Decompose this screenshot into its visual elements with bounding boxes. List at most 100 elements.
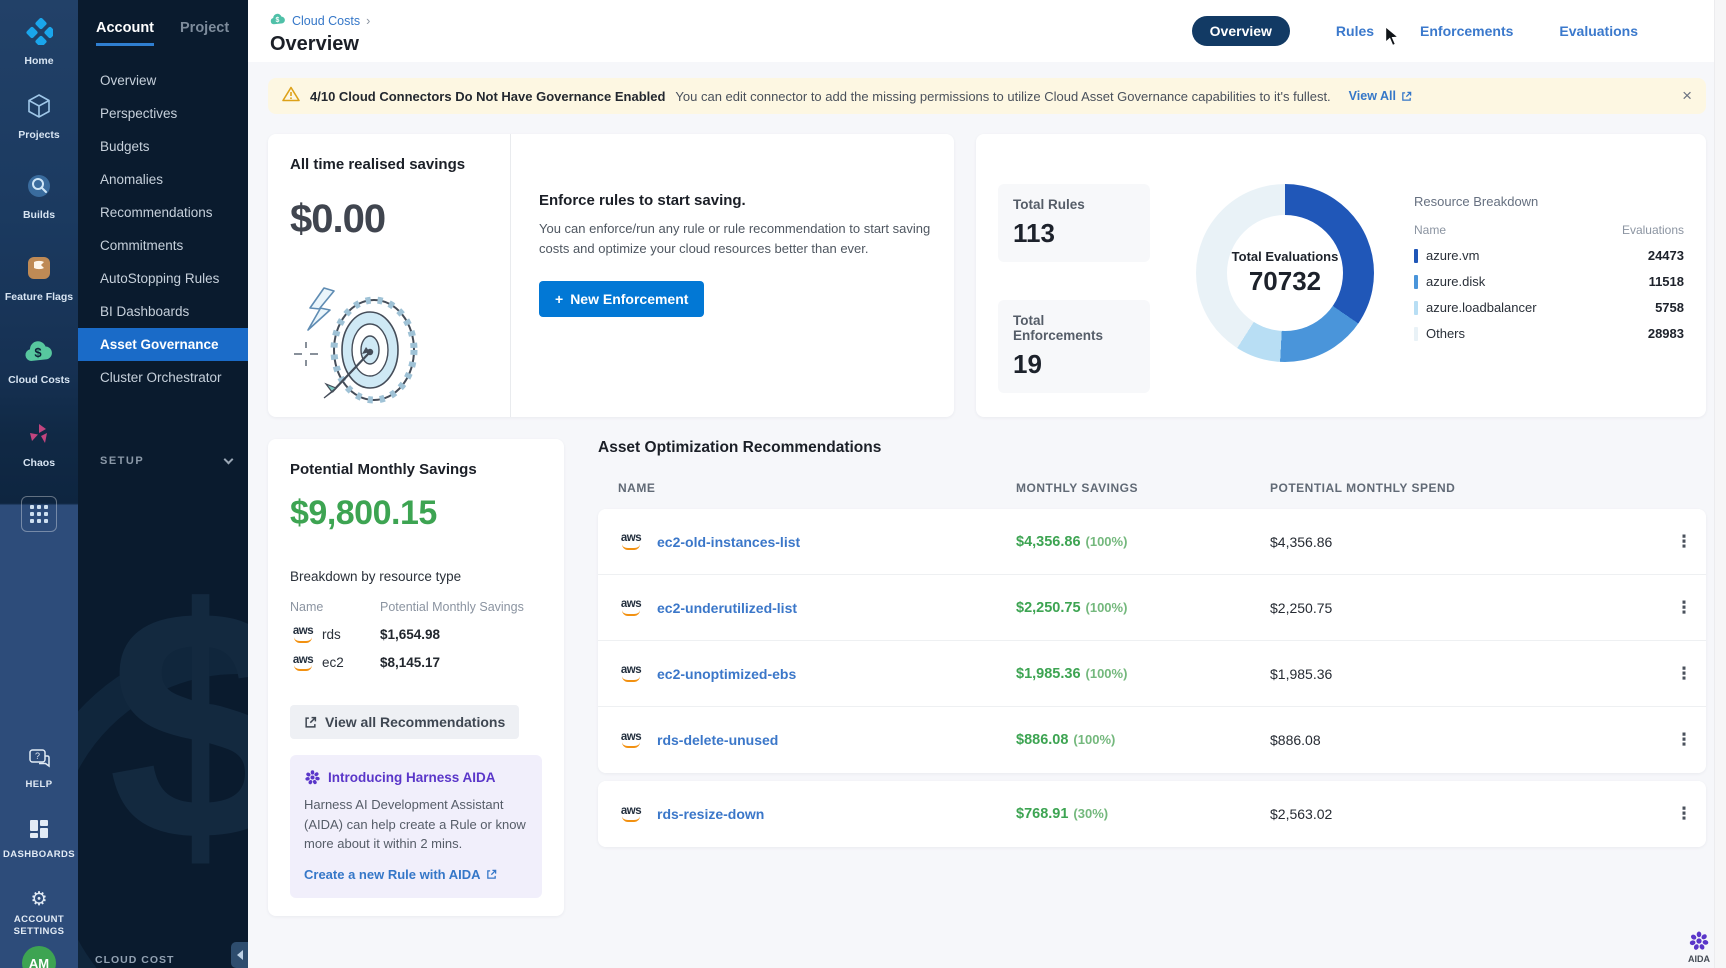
plus-icon: +	[555, 291, 563, 307]
sidebar-item-asset-governance[interactable]: Asset Governance	[78, 328, 248, 361]
dashboards-label: DASHBOARDS	[3, 849, 75, 861]
breakdown-title: Breakdown by resource type	[290, 569, 542, 584]
col-monthly-savings: MONTHLY SAVINGS	[1016, 481, 1270, 495]
builds-icon	[26, 173, 52, 204]
dashboards-icon	[28, 818, 50, 845]
legend-row: azure.vm 24473	[1414, 248, 1684, 263]
sidebar-item-cloud-costs[interactable]: $ Cloud Costs	[0, 326, 78, 400]
svg-text:$: $	[276, 17, 280, 24]
monthly-savings-value: $886.08(100%)	[1016, 732, 1270, 748]
aida-create-rule-link[interactable]: Create a new Rule with AIDA	[304, 867, 528, 882]
module-label: Projects	[18, 129, 59, 141]
sidebar-item-recommendations[interactable]: Recommendations	[78, 196, 248, 229]
resource-savings: $1,654.98	[380, 627, 440, 642]
sidebar-item-anomalies[interactable]: Anomalies	[78, 163, 248, 196]
row-menu-button[interactable]: ⋮	[1662, 730, 1706, 750]
tab-rules[interactable]: Rules	[1336, 23, 1374, 39]
sidebar-menu: OverviewPerspectivesBudgetsAnomaliesReco…	[78, 64, 248, 394]
new-enforcement-button[interactable]: + New Enforcement	[539, 281, 704, 317]
cta-title: Enforce rules to start saving.	[539, 192, 934, 209]
tab-overview[interactable]: Overview	[1192, 16, 1290, 46]
row-menu-button[interactable]: ⋮	[1662, 804, 1706, 824]
scrollbar[interactable]	[1714, 0, 1726, 968]
help-button[interactable]: ? HELP	[0, 748, 78, 791]
tab-account[interactable]: Account	[96, 20, 154, 46]
aws-icon: aws	[290, 626, 316, 643]
tab-project[interactable]: Project	[180, 20, 229, 46]
chevron-down-icon	[224, 455, 234, 465]
module-label: Home	[24, 55, 53, 67]
table-row: aws rds-resize-down $768.91(30%) $2,563.…	[598, 781, 1706, 847]
legend-swatch	[1414, 249, 1418, 263]
view-all-recommendations-button[interactable]: View all Recommendations	[290, 705, 519, 739]
tab-enforcements[interactable]: Enforcements	[1420, 23, 1513, 39]
recommendation-link[interactable]: ec2-old-instances-list	[657, 534, 800, 550]
account-settings-label: ACCOUNT SETTINGS	[8, 914, 70, 939]
table-row: aws ec2-old-instances-list $4,356.86(100…	[598, 509, 1706, 575]
table-row: aws rds-delete-unused $886.08(100%) $886…	[598, 707, 1706, 773]
sidebar-item-chaos[interactable]: Chaos	[0, 408, 78, 482]
legend-value: 24473	[1648, 248, 1684, 263]
monthly-savings-value: $4,356.86(100%)	[1016, 534, 1270, 550]
module-picker-button[interactable]	[21, 496, 57, 532]
sidebar-item-cluster-orchestrator[interactable]: Cluster Orchestrator	[78, 361, 248, 394]
row-menu-button[interactable]: ⋮	[1662, 532, 1706, 552]
monthly-savings-value: $2,250.75(100%)	[1016, 600, 1270, 616]
aida-fab-label: AIDA	[1688, 954, 1710, 964]
recommendation-link[interactable]: rds-resize-down	[657, 806, 764, 822]
feature-flags-icon	[26, 255, 52, 286]
help-icon: ?	[27, 748, 51, 775]
col-name: NAME	[618, 481, 1016, 495]
sidebar-collapse-button[interactable]	[231, 942, 248, 968]
dashboards-button[interactable]: DASHBOARDS	[0, 818, 78, 861]
realised-savings-title: All time realised savings	[290, 156, 488, 173]
page-header: $ Cloud Costs › Overview Overview Rules …	[248, 0, 1726, 62]
legend-name: azure.vm	[1426, 248, 1479, 263]
tab-evaluations[interactable]: Evaluations	[1559, 23, 1638, 39]
legend-rows: azure.vm 24473 azure.disk 11518 azure.lo…	[1414, 248, 1684, 341]
sidebar-item-perspectives[interactable]: Perspectives	[78, 97, 248, 130]
donut-center-label: Total Evaluations	[1232, 249, 1339, 264]
aida-title: Introducing Harness AIDA	[328, 770, 496, 785]
sidebar-item-builds[interactable]: Builds	[0, 160, 78, 234]
potential-savings-amount: $9,800.15	[290, 494, 542, 533]
row-menu-button[interactable]: ⋮	[1662, 664, 1706, 684]
col-potential-spend: POTENTIAL MONTHLY SPEND	[1270, 481, 1662, 495]
scope-tabs: Account Project	[78, 0, 248, 46]
aida-link-label: Create a new Rule with AIDA	[304, 867, 481, 882]
sidebar-item-budgets[interactable]: Budgets	[78, 130, 248, 163]
legend-name: azure.loadbalancer	[1426, 300, 1537, 315]
recommendation-link[interactable]: rds-delete-unused	[657, 732, 778, 748]
account-settings-button[interactable]: ⚙ ACCOUNT SETTINGS	[0, 888, 78, 939]
sidebar-item-feature-flags[interactable]: Feature Flags	[0, 242, 78, 316]
recommendations-row: Potential Monthly Savings $9,800.15 Brea…	[268, 439, 1706, 916]
module-label: Cloud Costs	[8, 374, 70, 386]
monthly-savings-value: $1,985.36(100%)	[1016, 666, 1270, 682]
banner-view-all-link[interactable]: View All	[1349, 89, 1412, 103]
sidebar-item-autostopping-rules[interactable]: AutoStopping Rules	[78, 262, 248, 295]
gear-icon: ⚙	[30, 888, 47, 910]
recommendation-link[interactable]: ec2-underutilized-list	[657, 600, 797, 616]
aida-fab-button[interactable]: AIDA	[1688, 930, 1710, 964]
potential-spend-value: $1,985.36	[1270, 666, 1662, 682]
avatar[interactable]: AM	[22, 946, 56, 968]
table-row: aws ec2-underutilized-list $2,250.75(100…	[598, 575, 1706, 641]
new-enforcement-label: New Enforcement	[570, 291, 688, 307]
sidebar-item-bi-dashboards[interactable]: BI Dashboards	[78, 295, 248, 328]
breadcrumb-link[interactable]: Cloud Costs	[292, 14, 360, 28]
row-menu-button[interactable]: ⋮	[1662, 598, 1706, 618]
setup-section-toggle[interactable]: SETUP	[100, 455, 232, 467]
sidebar-item-overview[interactable]: Overview	[78, 64, 248, 97]
aida-body: Harness AI Development Assistant (AIDA) …	[304, 795, 528, 854]
potential-savings-card: Potential Monthly Savings $9,800.15 Brea…	[268, 439, 564, 916]
sidebar-item-commitments[interactable]: Commitments	[78, 229, 248, 262]
sidebar-item-home[interactable]: Home	[0, 6, 78, 80]
realised-savings-amount: $0.00	[290, 197, 488, 242]
aida-promo: Introducing Harness AIDA Harness AI Deve…	[290, 755, 542, 898]
sidebar-item-projects[interactable]: Projects	[0, 80, 78, 154]
recommendation-link[interactable]: ec2-unoptimized-ebs	[657, 666, 796, 682]
close-icon[interactable]: ×	[1682, 86, 1692, 106]
aws-icon: aws	[618, 732, 644, 749]
governance-stats-card: Total Rules 113 Total Enforcements 19 To…	[976, 134, 1706, 417]
potential-spend-value: $4,356.86	[1270, 534, 1662, 550]
